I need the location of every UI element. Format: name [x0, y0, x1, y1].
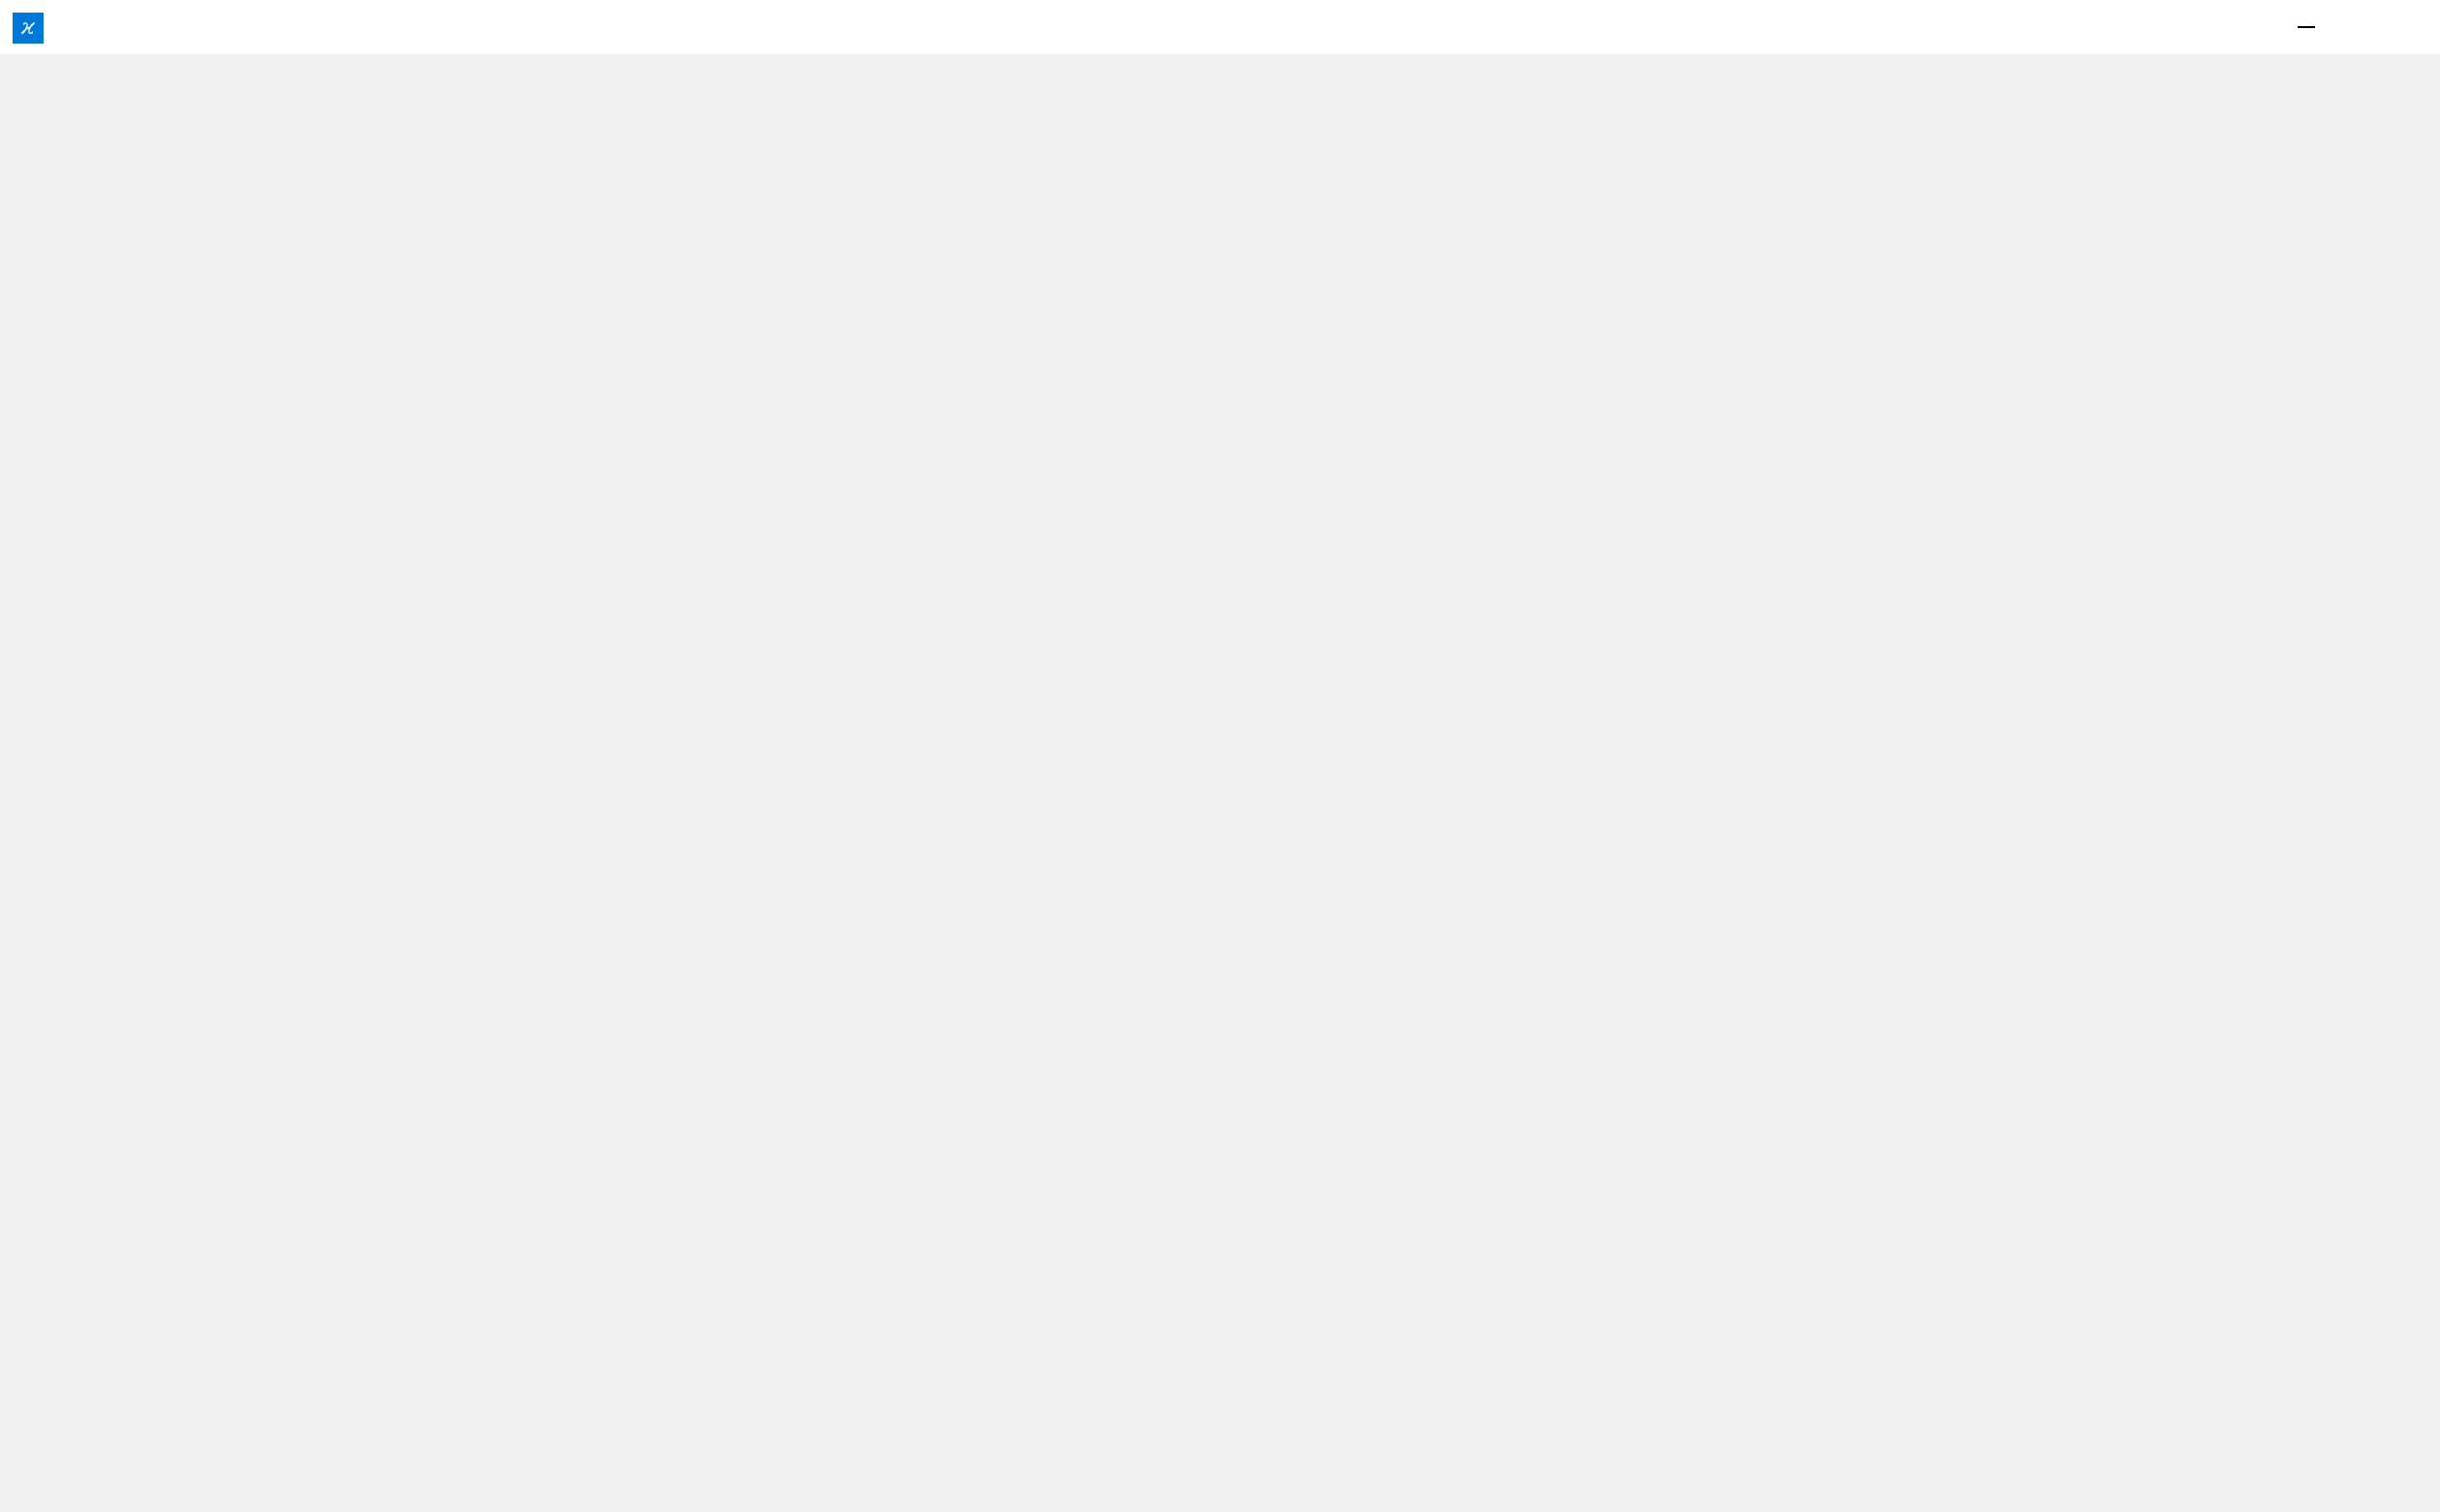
phoenix-logo-icon: ϰ — [13, 13, 44, 44]
minimize-spacer — [2262, 0, 2351, 54]
title-bar: ϰ — [0, 0, 2440, 54]
